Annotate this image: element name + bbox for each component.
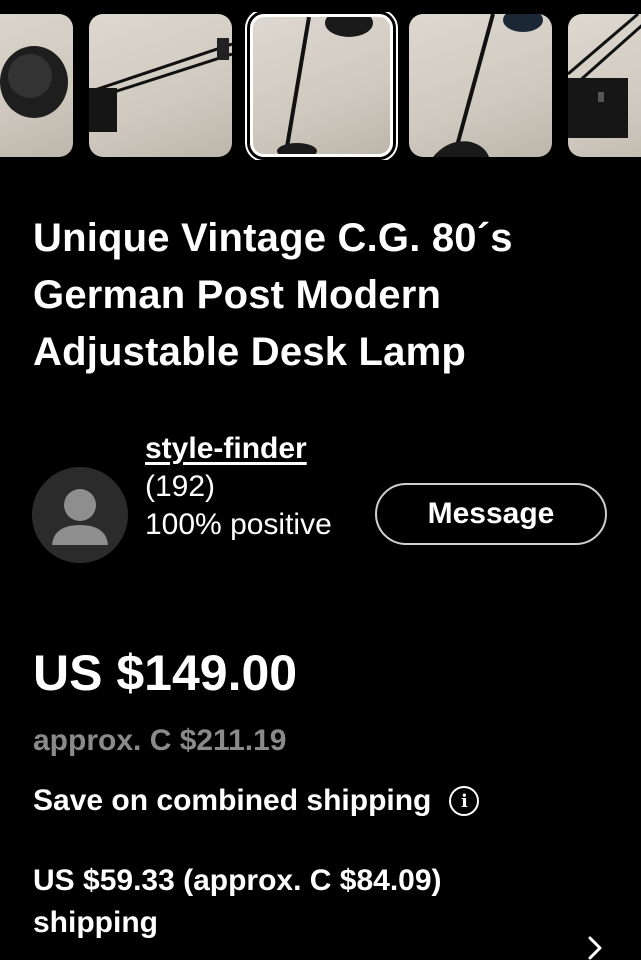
thumbnail-5[interactable] bbox=[568, 14, 641, 157]
thumbnail-3[interactable] bbox=[250, 14, 393, 157]
info-icon[interactable]: i bbox=[449, 786, 480, 816]
seller-info: style-finder (192) 100% positive bbox=[145, 430, 360, 544]
image-gallery[interactable] bbox=[0, 12, 641, 160]
seller-feedback: 100% positive bbox=[145, 508, 332, 541]
approx-price: approx. C $211.19 bbox=[33, 724, 287, 757]
person-icon[interactable] bbox=[32, 467, 128, 563]
chevron-right-icon[interactable] bbox=[584, 930, 608, 960]
combined-shipping-text: Save on combined shipping bbox=[33, 784, 432, 817]
shipping-cost-line: US $59.33 (approx. C $84.09) bbox=[33, 864, 442, 897]
thumbnail-2[interactable] bbox=[89, 14, 232, 157]
item-price: US $149.00 bbox=[33, 645, 298, 701]
thumbnail-4[interactable] bbox=[409, 14, 552, 157]
shipping-label: shipping bbox=[33, 906, 158, 939]
listing-title: Unique Vintage C.G. 80´s German Post Mod… bbox=[33, 216, 513, 374]
seller-username-link[interactable]: style-finder bbox=[145, 432, 307, 465]
thumbnail-1[interactable] bbox=[0, 14, 73, 157]
message-button[interactable]: Message bbox=[375, 483, 607, 545]
seller-rating-count: (192) bbox=[145, 470, 216, 503]
shipping-cost[interactable]: US $59.33 (approx. C $84.09) shipping bbox=[33, 860, 593, 944]
combined-shipping-row: Save on combined shipping i bbox=[33, 784, 480, 818]
